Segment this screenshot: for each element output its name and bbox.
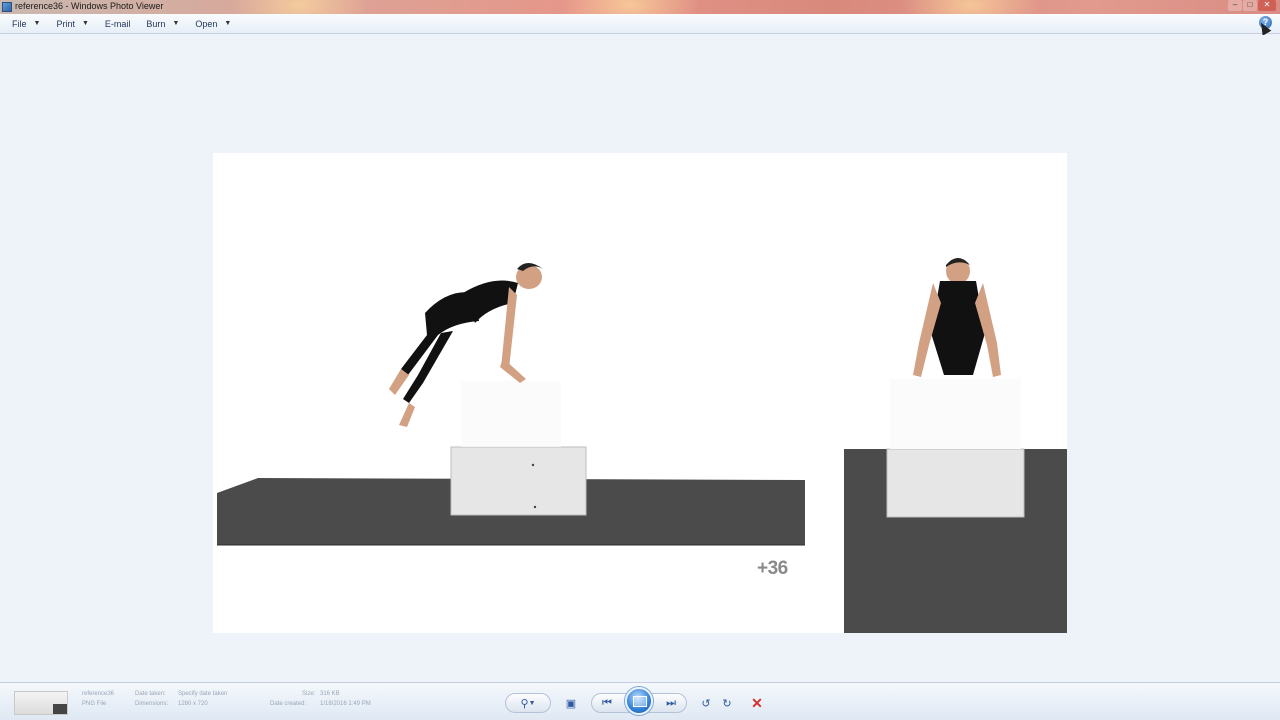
actual-size-icon: ▣ <box>565 697 577 710</box>
menu-bar: File ▼ Print ▼ E-mail Burn ▼ Open ▼ ? <box>0 14 1280 36</box>
chevron-down-icon: ▼ <box>81 20 89 27</box>
filetype: PNG File <box>82 701 107 707</box>
file-info-name: reference36 PNG File <box>82 689 114 709</box>
dimensions-label: Dimensions: <box>135 701 169 707</box>
menu-label: E-mail <box>104 18 131 29</box>
delete-icon: ✕ <box>751 694 763 711</box>
minimize-button[interactable]: – <box>1228 0 1242 11</box>
file-info-values: Specify date taken 1280 x 720 <box>178 689 227 709</box>
menu-label: File <box>12 18 27 29</box>
image-viewer: +36 <box>0 35 1280 682</box>
menu-print[interactable]: Print ▼ <box>52 19 92 29</box>
delete-button[interactable]: ✕ <box>748 693 766 713</box>
rotate-clockwise-icon: ↻ <box>722 697 732 710</box>
bottom-toolbar: reference36 PNG File Date taken: Dimensi… <box>0 682 1280 720</box>
chevron-down-icon: ▼ <box>33 20 41 27</box>
size-label: Size: <box>302 691 316 697</box>
next-button[interactable]: ⏭ <box>666 697 676 710</box>
previous-button[interactable]: ⏮ <box>602 697 612 710</box>
next-icon: ⏭ <box>666 696 676 709</box>
title-bar-decoration <box>230 0 370 14</box>
rotate-clockwise-button[interactable]: ↻ <box>718 693 736 713</box>
zoom-icon: ⚲ <box>520 697 529 710</box>
date-taken-value[interactable]: Specify date taken <box>178 689 227 699</box>
close-button[interactable]: ✕ <box>1258 0 1276 11</box>
chevron-down-icon: ▼ <box>224 20 232 27</box>
window-controls: – □ ✕ <box>1228 0 1276 11</box>
menu-email[interactable]: E-mail <box>101 19 135 29</box>
dimensions-value: 1280 x 720 <box>178 701 208 707</box>
menu-label: Burn <box>146 18 166 29</box>
right-box <box>886 448 1025 518</box>
slideshow-button[interactable] <box>625 687 653 715</box>
zoom-button[interactable]: ⚲ ▼ <box>505 693 551 713</box>
file-info-labels-2: Size: Date created: <box>270 689 315 709</box>
menu-label: Print <box>56 18 75 29</box>
chevron-down-icon: ▼ <box>528 699 536 707</box>
file-thumbnail <box>14 691 68 715</box>
date-taken-label: Date taken: <box>135 691 166 697</box>
menu-label: Open <box>195 18 218 29</box>
menu-file[interactable]: File ▼ <box>8 19 44 29</box>
previous-icon: ⏮ <box>602 696 612 709</box>
title-bar-decoration <box>560 0 700 14</box>
window-title: reference36 - Windows Photo Viewer <box>15 1 164 11</box>
menu-open[interactable]: Open ▼ <box>191 19 235 29</box>
chevron-down-icon: ▼ <box>172 20 180 27</box>
viewer-controls: ⚲ ▼ ▣ ⏮ ⏭ ↺ ↻ ✕ <box>505 687 775 715</box>
title-bar-decoration <box>900 0 1040 14</box>
menu-burn[interactable]: Burn ▼ <box>142 19 183 29</box>
title-bar: reference36 - Windows Photo Viewer – □ ✕ <box>0 0 1280 14</box>
file-info-values-2: 316 KB 1/18/2016 1:49 PM <box>320 689 371 709</box>
date-created-label: Date created: <box>270 701 307 707</box>
maximize-icon: □ <box>1247 0 1253 9</box>
filename: reference36 <box>82 691 115 697</box>
size-value: 316 KB <box>320 691 340 697</box>
actual-size-button[interactable]: ▣ <box>561 693 581 713</box>
maximize-button[interactable]: □ <box>1243 0 1257 11</box>
app-icon <box>2 2 12 12</box>
displayed-photo: +36 <box>213 153 1067 633</box>
close-icon: ✕ <box>1263 0 1271 9</box>
date-created-value: 1/18/2016 1:49 PM <box>320 701 371 707</box>
file-info-labels: Date taken: Dimensions: <box>135 689 168 709</box>
counter-label: +36 <box>757 558 788 579</box>
left-box <box>450 446 587 516</box>
rotate-counterclockwise-button[interactable]: ↺ <box>697 693 715 713</box>
photo-content <box>213 153 1067 633</box>
rotate-counterclockwise-icon: ↺ <box>701 697 711 710</box>
minimize-icon: – <box>1232 0 1238 9</box>
